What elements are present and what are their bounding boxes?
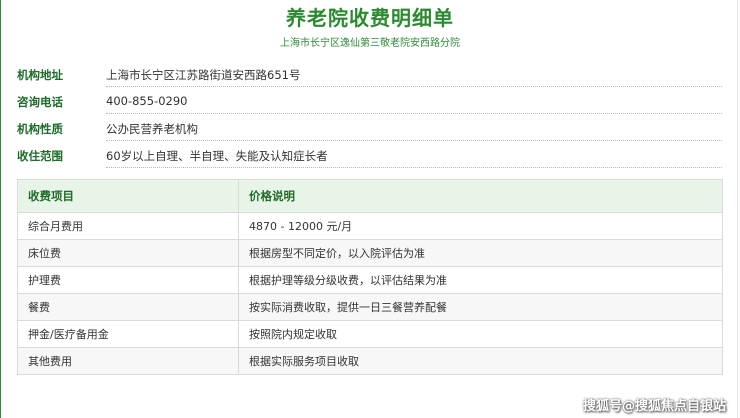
info-label: 机构地址 (17, 68, 63, 82)
info-value: 60岁以上自理、半自理、失能及认知症长者 (106, 149, 328, 163)
table-header-row: 收费项目 价格说明 (17, 179, 723, 213)
info-value: 400-855-0290 (106, 94, 188, 108)
dotted-divider (106, 167, 722, 168)
column-header-item: 收费项目 (17, 179, 239, 213)
table-row: 押金/医疗备用金 按照院内规定收取 (17, 320, 723, 348)
fee-price-cell: 根据房型不同定价，以入院评估为准 (238, 239, 723, 267)
dotted-divider (106, 86, 722, 87)
table-row: 护理费 根据护理等级分级收费，以评估结果为准 (17, 266, 723, 294)
info-row-address: 机构地址 上海市长宁区江苏路街道安西路651号 (17, 63, 722, 87)
fee-price-cell: 根据护理等级分级收费，以评估结果为准 (238, 266, 723, 294)
info-row-phone: 咨询电话 400-855-0290 (17, 90, 722, 114)
table-row: 床位费 根据房型不同定价，以入院评估为准 (17, 239, 723, 267)
dotted-divider (106, 113, 722, 114)
table-row: 餐费 按实际消费收取，提供一日三餐营养配餐 (17, 293, 723, 321)
info-row-type: 机构性质 公办民营养老机构 (17, 117, 722, 141)
fee-price-cell: 按照院内规定收取 (238, 320, 723, 348)
fee-item-cell: 其他费用 (17, 347, 239, 375)
page-subtitle: 上海市长宁区逸仙第三敬老院安西路分院 (280, 38, 460, 49)
fee-item-cell: 餐费 (17, 293, 239, 321)
info-row-scope: 收住范围 60岁以上自理、半自理、失能及认知症长者 (17, 144, 722, 168)
fee-price-cell: 根据实际服务项目收取 (238, 347, 723, 375)
info-value: 公办民营养老机构 (106, 122, 198, 136)
table-row: 其他费用 根据实际服务项目收取 (17, 347, 723, 375)
fee-item-cell: 综合月费用 (17, 212, 239, 240)
fee-table: 收费项目 价格说明 综合月费用 4870 - 12000 元/月 床位费 根据房… (17, 179, 723, 375)
watermark: 搜狐号@搜狐焦点自银站 (582, 399, 726, 414)
column-header-price: 价格说明 (238, 179, 723, 213)
fee-item-cell: 押金/医疗备用金 (17, 320, 239, 348)
fee-item-cell: 护理费 (17, 266, 239, 294)
fee-item-cell: 床位费 (17, 239, 239, 267)
info-label: 机构性质 (17, 122, 63, 136)
info-value: 上海市长宁区江苏路街道安西路651号 (106, 68, 301, 82)
info-label: 收住范围 (17, 149, 63, 163)
info-label: 咨询电话 (17, 95, 63, 109)
page-title: 养老院收费明细单 (286, 6, 454, 30)
fee-price-cell: 按实际消费收取，提供一日三餐营养配餐 (238, 293, 723, 321)
fee-price-cell: 4870 - 12000 元/月 (238, 212, 723, 240)
dotted-divider (106, 140, 722, 141)
table-row: 综合月费用 4870 - 12000 元/月 (17, 212, 723, 240)
